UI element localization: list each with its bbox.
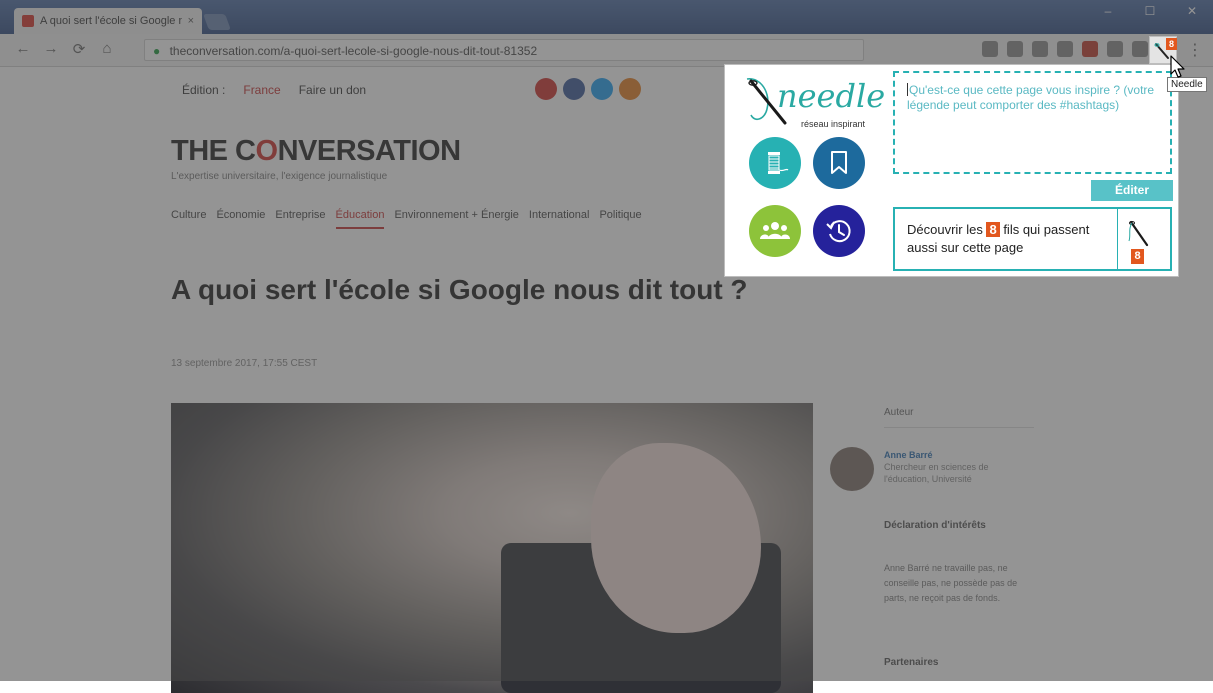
tab-strip: A quoi sert l'école si Google nous dit t… — [0, 0, 1213, 34]
site-nav: Édition : France Faire un don — [182, 83, 366, 97]
share-rss-icon[interactable] — [619, 78, 641, 100]
browser-menu-icon[interactable]: ⋮ — [1187, 40, 1203, 60]
browser-toolbar: ← → ⟳ ⌂ ● theconversation.com/a-quoi-ser… — [0, 34, 1213, 67]
threads-button[interactable] — [749, 137, 801, 189]
needle-tooltip: Needle — [1167, 77, 1207, 92]
site-favicon-icon — [22, 15, 34, 27]
author-name-link[interactable]: Anne Barré — [884, 450, 933, 460]
discover-threads-panel[interactable]: Découvrir les 8 fils qui passent aussi s… — [893, 207, 1172, 271]
needle-logo: needle réseau inspirant — [741, 73, 885, 129]
new-tab-button[interactable] — [203, 14, 231, 30]
extension-icon[interactable] — [1057, 41, 1073, 57]
text-caret — [907, 83, 908, 96]
thread-count-badge: 8 — [986, 222, 1000, 237]
close-window-button[interactable]: ✕ — [1171, 0, 1213, 22]
aside-authors-title: Auteur — [884, 407, 914, 418]
share-twitter-icon[interactable] — [591, 78, 613, 100]
extensions-row — [982, 41, 1173, 57]
bookmark-icon — [831, 151, 847, 174]
extension-icon[interactable] — [1032, 41, 1048, 57]
bookmark-button[interactable] — [813, 137, 865, 189]
category-link[interactable]: Politique — [599, 209, 641, 229]
address-bar[interactable]: ● theconversation.com/a-quoi-sert-lecole… — [144, 39, 864, 61]
site-tagline: L'expertise universitaire, l'exigence jo… — [171, 171, 388, 182]
partners-title: Partenaires — [884, 657, 939, 668]
category-link[interactable]: Environnement + Énergie — [394, 209, 518, 229]
extension-icon[interactable] — [982, 41, 998, 57]
tab-title: A quoi sert l'école si Google nous dit t… — [40, 15, 182, 27]
disclosure-text: Anne Barré ne travaille pas, ne conseill… — [884, 563, 1018, 603]
article-headline: A quoi sert l'école si Google nous dit t… — [171, 274, 748, 305]
home-button[interactable]: ⌂ — [96, 40, 118, 57]
share-buttons — [535, 78, 641, 100]
extension-icon[interactable] — [1082, 41, 1098, 57]
share-email-icon[interactable] — [535, 78, 557, 100]
address-text: theconversation.com/a-quoi-sert-lecole-s… — [169, 44, 538, 58]
category-link[interactable]: International — [529, 209, 590, 229]
mouse-cursor-icon — [1170, 55, 1185, 78]
disclosure-title: Déclaration d'intérêts — [884, 520, 986, 531]
edition-label: Édition : — [182, 83, 226, 97]
category-link[interactable]: Culture — [171, 209, 206, 229]
site-logo[interactable]: THE CONVERSATION — [171, 135, 461, 168]
minimize-button[interactable]: – — [1087, 0, 1129, 22]
author-avatar[interactable] — [830, 447, 874, 491]
community-button[interactable] — [749, 205, 801, 257]
category-link[interactable]: Économie — [216, 209, 265, 229]
reload-button[interactable]: ⟳ — [68, 40, 90, 58]
edit-button[interactable]: Éditer — [1091, 180, 1173, 201]
discover-count-badge: 8 — [1131, 249, 1144, 264]
history-icon — [826, 220, 851, 243]
secure-lock-icon: ● — [153, 44, 161, 58]
article-hero-image — [171, 403, 813, 693]
author-info: Anne Barré Chercheur en sciences de l'éd… — [884, 449, 1014, 485]
edition-france-link[interactable]: France — [243, 83, 280, 97]
needle-icon — [1128, 220, 1149, 247]
extension-icon[interactable] — [1132, 41, 1148, 57]
category-link[interactable]: Entreprise — [275, 209, 325, 229]
article-date: 13 septembre 2017, 17:55 CEST — [171, 358, 318, 369]
group-icon — [760, 222, 790, 239]
caption-placeholder: Qu'est-ce que cette page vous inspire ? … — [907, 83, 1155, 112]
donate-link[interactable]: Faire un don — [299, 83, 366, 97]
back-button[interactable]: ← — [12, 40, 34, 57]
discover-text: Découvrir les 8 fils qui passent aussi s… — [907, 222, 1090, 255]
aside-divider — [884, 427, 1034, 428]
tab-close-icon[interactable]: × — [188, 15, 194, 27]
forward-button[interactable]: → — [40, 40, 62, 57]
category-nav: Culture Économie Entreprise Éducation En… — [171, 209, 642, 229]
discover-divider — [1117, 209, 1118, 269]
spool-icon — [768, 152, 789, 174]
brand-tagline: réseau inspirant — [801, 119, 866, 129]
window-controls: – ☐ ✕ — [1087, 0, 1213, 22]
maximize-button[interactable]: ☐ — [1129, 0, 1171, 22]
needle-popup: needle réseau inspirant Qu'est-ce que ce… — [724, 64, 1179, 277]
browser-tab[interactable]: A quoi sert l'école si Google nous dit t… — [14, 8, 202, 34]
history-button[interactable] — [813, 205, 865, 257]
brand-wordmark: needle — [777, 77, 886, 115]
author-role: Chercheur en sciences de l'éducation, Un… — [884, 462, 989, 484]
extension-icon[interactable] — [1007, 41, 1023, 57]
needle-badge-count: 8 — [1166, 38, 1177, 50]
caption-input[interactable]: Qu'est-ce que cette page vous inspire ? … — [893, 71, 1172, 174]
category-link-active[interactable]: Éducation — [335, 209, 385, 229]
extension-icon[interactable] — [1107, 41, 1123, 57]
share-facebook-icon[interactable] — [563, 78, 585, 100]
